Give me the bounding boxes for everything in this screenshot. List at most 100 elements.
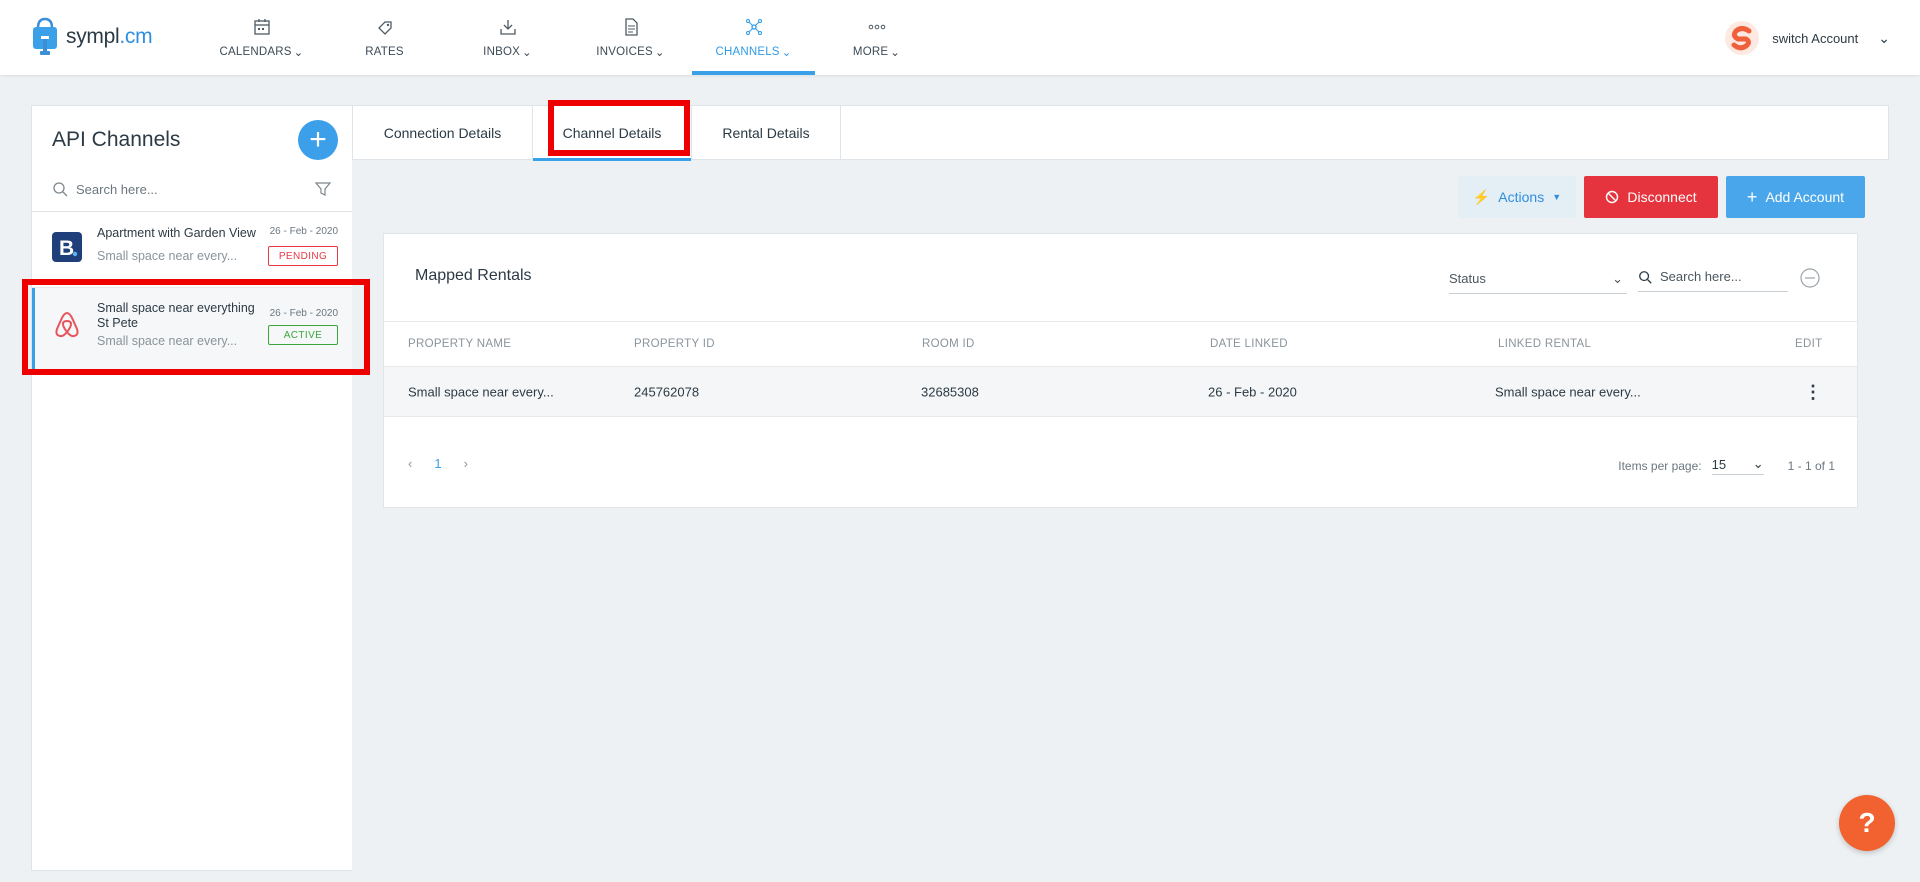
nav-rates[interactable]: RATES xyxy=(323,0,446,75)
nav-invoices[interactable]: INVOICES ⌄ xyxy=(569,0,692,75)
plus-icon: + xyxy=(1746,186,1758,207)
cell-property-name: Small space near every... xyxy=(408,384,554,399)
nav-label: MORE xyxy=(852,45,889,58)
booking-icon: B xyxy=(52,232,82,262)
chevron-down-icon: ⌄ xyxy=(1752,456,1764,471)
pagination: ‹ 1 › xyxy=(408,456,468,471)
nav-channels[interactable]: CHANNELS ⌄ xyxy=(692,0,815,75)
main-nav: CALENDARS ⌄ RATES INBOX ⌄ INVOICES ⌄ CHANNE… xyxy=(200,0,938,75)
channel-name: Small space near everything St Pete xyxy=(97,301,255,330)
page-number[interactable]: 1 xyxy=(434,456,441,471)
mapped-rentals-card: Mapped Rentals Status ⌄ PROPERTY NAME PR… xyxy=(383,233,1858,508)
channel-date: 26 - Feb - 2020 xyxy=(269,308,338,319)
items-per-page: Items per page: 15 ⌄ 1 - 1 of 1 xyxy=(1618,456,1835,475)
channel-name: Apartment with Garden View xyxy=(97,226,256,240)
add-channel-button[interactable]: + xyxy=(298,120,338,160)
items-per-page-select[interactable]: 15 ⌄ xyxy=(1711,456,1764,475)
channel-search xyxy=(52,174,332,204)
actions-label: Actions xyxy=(1498,189,1545,205)
channel-subtitle: Small space near every... xyxy=(97,334,238,348)
lightning-icon: ⚡ xyxy=(1472,188,1491,205)
top-navigation-bar: sympl.cm CALENDARS ⌄ RATES INBOX ⌄ INVOICE… xyxy=(0,0,1920,75)
search-icon xyxy=(53,182,68,197)
tab-channel-details[interactable]: Channel Details xyxy=(533,106,692,161)
plus-icon: + xyxy=(309,123,327,156)
caret-down-icon: ▼ xyxy=(1552,192,1562,202)
toolbar: ⚡ Actions ▼ Disconnect + Add Account xyxy=(1458,176,1865,218)
account-avatar-icon xyxy=(1725,21,1760,55)
chevron-down-icon: ⌄ xyxy=(781,46,792,59)
rentals-search-input[interactable] xyxy=(1660,269,1780,284)
add-account-button[interactable]: + Add Account xyxy=(1726,176,1865,218)
status-select-label: Status xyxy=(1449,271,1486,286)
table-row[interactable]: Small space near every... 245762078 3268… xyxy=(384,367,1857,417)
card-title: Mapped Rentals xyxy=(415,267,532,284)
table-header: PROPERTY NAME PROPERTY ID ROOM ID DATE L… xyxy=(384,321,1857,367)
network-icon xyxy=(745,18,762,35)
brand-name: sympl.cm xyxy=(66,25,153,48)
nav-label: CALENDARS xyxy=(219,45,292,58)
nav-label: CHANNELS xyxy=(715,45,780,58)
column-header[interactable]: ROOM ID xyxy=(922,338,975,350)
nav-inbox[interactable]: INBOX ⌄ xyxy=(446,0,569,75)
status-filter-select[interactable]: Status ⌄ xyxy=(1449,264,1627,294)
page-range: 1 - 1 of 1 xyxy=(1787,458,1835,473)
rentals-search xyxy=(1638,262,1788,292)
cell-property-id: 245762078 xyxy=(634,384,700,399)
search-icon xyxy=(1639,270,1652,284)
items-per-page-label: Items per page: xyxy=(1618,458,1702,473)
tag-icon xyxy=(377,20,392,35)
chevron-down-icon: ⌄ xyxy=(890,46,901,59)
channel-list: B Apartment with Garden View Small space… xyxy=(32,211,352,370)
switch-account-menu[interactable]: switch Account ⌄ xyxy=(1724,20,1890,56)
cell-date-linked: 26 - Feb - 2020 xyxy=(1208,384,1297,399)
brand-logo[interactable]: sympl.cm xyxy=(30,16,153,58)
nav-label: INBOX xyxy=(483,45,520,58)
inbox-download-icon xyxy=(499,19,516,35)
filter-icon[interactable] xyxy=(314,180,332,198)
svg-text:B: B xyxy=(59,237,74,260)
cell-linked-rental: Small space near every... xyxy=(1495,384,1641,399)
nav-calendars[interactable]: CALENDARS ⌄ xyxy=(200,0,323,75)
chevron-down-icon: ⌄ xyxy=(654,46,665,59)
status-badge: ACTIVE xyxy=(268,325,338,345)
column-header[interactable]: DATE LINKED xyxy=(1210,338,1288,350)
chevron-down-icon: ⌄ xyxy=(293,46,304,59)
disconnect-button[interactable]: Disconnect xyxy=(1584,176,1718,218)
column-header[interactable]: PROPERTY ID xyxy=(634,338,715,350)
channel-item[interactable]: B Apartment with Garden View Small space… xyxy=(32,212,352,288)
document-icon xyxy=(624,17,638,36)
collapse-minus-icon[interactable] xyxy=(1800,268,1820,288)
ban-icon xyxy=(1606,190,1619,204)
calendar-icon xyxy=(253,18,270,35)
nav-more[interactable]: MORE ⌄ xyxy=(815,0,938,75)
channel-date: 26 - Feb - 2020 xyxy=(269,226,338,237)
chevron-down-icon: ⌄ xyxy=(1878,29,1890,46)
column-header[interactable]: PROPERTY NAME xyxy=(408,338,511,350)
items-per-page-value: 15 xyxy=(1711,456,1727,472)
next-page-icon[interactable]: › xyxy=(464,456,468,471)
column-header[interactable]: LINKED RENTAL xyxy=(1498,338,1591,350)
status-badge: PENDING xyxy=(268,246,338,266)
actions-button[interactable]: ⚡ Actions ▼ xyxy=(1458,176,1576,218)
panel-title: API Channels xyxy=(52,128,181,151)
more-dots-icon xyxy=(868,24,885,29)
prev-page-icon[interactable]: ‹ xyxy=(408,456,412,471)
chevron-down-icon: ⌄ xyxy=(1612,270,1623,286)
column-header: EDIT xyxy=(1795,338,1823,350)
channel-search-input[interactable] xyxy=(76,181,296,197)
channel-item[interactable]: Small space near everything St Pete Smal… xyxy=(32,288,352,370)
nav-label: INVOICES xyxy=(596,45,653,58)
channel-subtitle: Small space near every... xyxy=(97,249,238,263)
tab-connection-details[interactable]: Connection Details xyxy=(353,106,533,160)
tab-rental-details[interactable]: Rental Details xyxy=(692,106,841,160)
row-menu-icon[interactable]: ⋮ xyxy=(1804,383,1822,401)
cell-room-id: 32685308 xyxy=(921,384,979,399)
shopping-bag-logo-icon xyxy=(33,17,57,55)
api-channels-panel: API Channels + B Apartment with Garden V… xyxy=(31,105,353,871)
detail-tabs: Connection Details Channel Details Renta… xyxy=(352,105,1889,161)
switch-account-label: switch Account xyxy=(1772,30,1859,46)
disconnect-label: Disconnect xyxy=(1627,189,1697,205)
help-button[interactable]: ? xyxy=(1839,795,1895,851)
nav-label: RATES xyxy=(365,45,404,58)
